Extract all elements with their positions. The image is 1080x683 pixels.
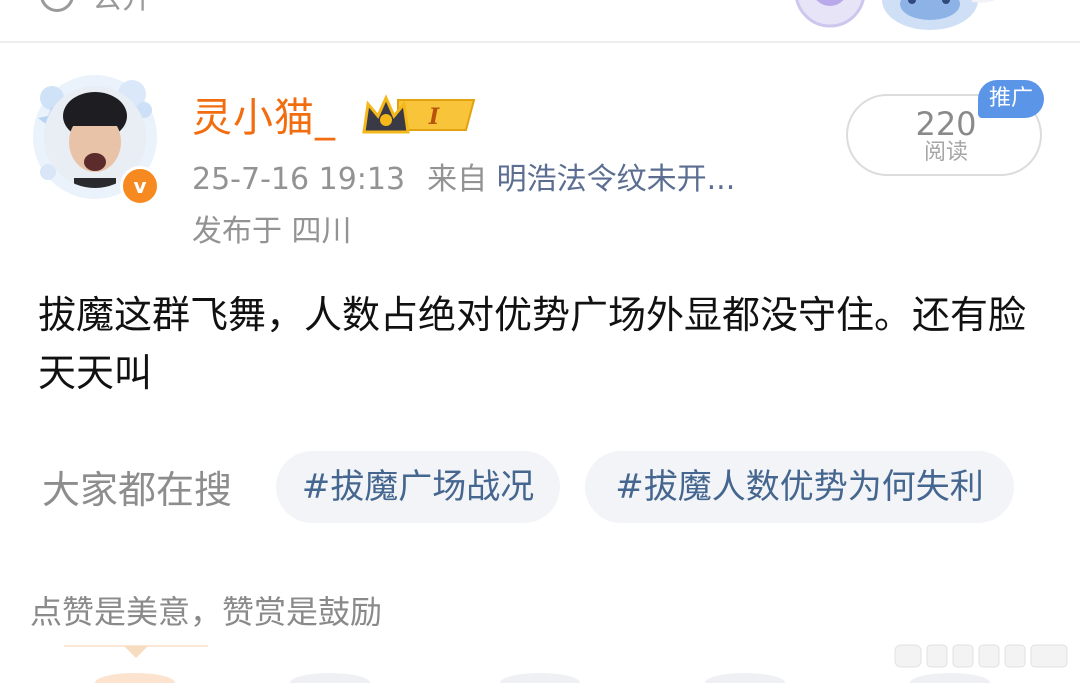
- device-link[interactable]: 明浩法令纹未开...: [497, 162, 736, 197]
- section-divider: [0, 41, 1080, 43]
- post-meta: 25-7-16 19:13 来自 明浩法令纹未开...: [192, 160, 735, 200]
- visibility-label: 公开: [92, 0, 152, 14]
- globe-icon: [40, 0, 74, 12]
- username[interactable]: 灵小猫_: [192, 94, 336, 142]
- trending-chip[interactable]: #拔魔广场战况: [276, 451, 560, 523]
- read-label: 阅读: [923, 140, 968, 165]
- promo-button[interactable]: 推广: [978, 80, 1044, 118]
- trending-label: 大家都在搜: [42, 468, 233, 512]
- post-time: 25-7-16 19:13: [192, 162, 406, 197]
- reward-pointer-icon: [124, 646, 148, 658]
- post-location: 发布于 四川: [192, 214, 352, 249]
- verified-badge-icon: v: [120, 166, 160, 206]
- watermark-icon: [894, 644, 1068, 668]
- top-bar: 公开: [0, 0, 1080, 40]
- reward-encourage-text: 点赞是美意，赞赏是鼓励: [30, 593, 383, 631]
- post-content: 拔魔这群飞舞，人数占绝对优势广场外显都没守住。还有脸天天叫: [38, 293, 1027, 395]
- mascot-sticker-icon: [795, 0, 995, 30]
- member-badge-text: I: [428, 104, 440, 130]
- crown-member-badge-icon[interactable]: I: [362, 92, 478, 138]
- trending-chip[interactable]: #拔魔人数优势为何失利: [585, 451, 1014, 523]
- from-label: 来自: [427, 162, 488, 197]
